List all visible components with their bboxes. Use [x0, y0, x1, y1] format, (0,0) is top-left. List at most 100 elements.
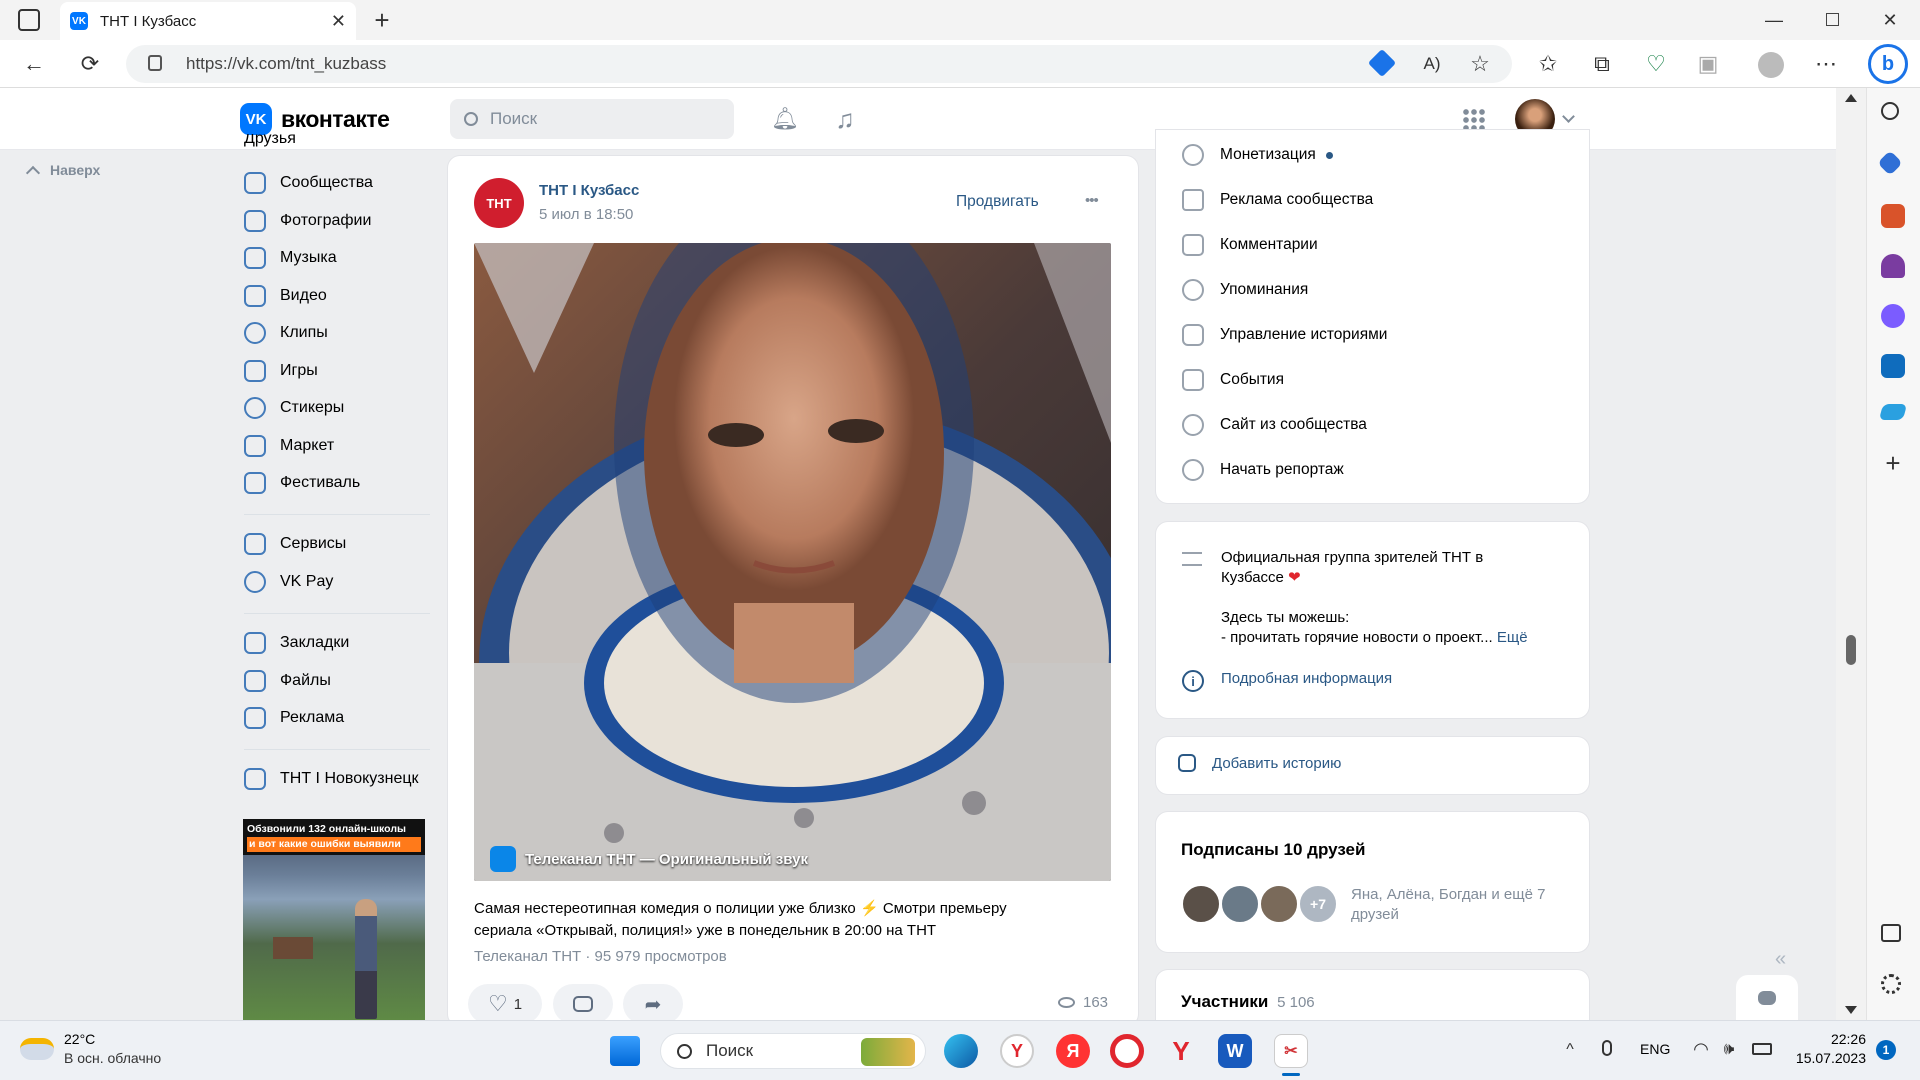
menu-item-ads[interactable]: Реклама: [244, 701, 344, 735]
sidebar-ad-banner[interactable]: Обзвонили 132 онлайн-школы и вот какие о…: [243, 819, 425, 1020]
menu-item-vkpay[interactable]: VK Pay: [244, 565, 333, 599]
notification-badge[interactable]: 1: [1876, 1040, 1896, 1060]
scroll-down-arrow-icon[interactable]: [1845, 1006, 1857, 1014]
friend-avatar[interactable]: [1259, 884, 1299, 924]
menu-item-services[interactable]: Сервисы: [244, 527, 346, 561]
audio-badge[interactable]: Телеканал ТНТ — Оригинальный звук: [490, 846, 808, 872]
menu-item-bookmarks[interactable]: Закладки: [244, 626, 349, 660]
friend-avatar[interactable]: [1181, 884, 1221, 924]
menu-community-ads[interactable]: Реклама сообщества: [1182, 185, 1373, 215]
menu-item-group-novokuznetsk[interactable]: ТНТ I Новокузнецк: [244, 762, 419, 796]
post-author-name[interactable]: ТНТ I Кузбасс: [539, 182, 639, 199]
battery-icon[interactable]: [1752, 1043, 1772, 1055]
weather-widget[interactable]: 22°C В осн. облачно: [20, 1030, 161, 1068]
music-icon[interactable]: ♫: [830, 104, 860, 134]
new-tab-icon[interactable]: +: [368, 5, 396, 35]
vk-logo[interactable]: VK вконтакте: [240, 102, 416, 136]
menu-mentions[interactable]: Упоминания: [1182, 275, 1308, 305]
clock[interactable]: 22:26 15.07.2023: [1790, 1030, 1866, 1068]
edge-taskbar-icon[interactable]: [944, 1034, 978, 1068]
chat-button[interactable]: [1736, 975, 1798, 1023]
comment-button[interactable]: [553, 984, 613, 1024]
opera-icon[interactable]: [1110, 1034, 1144, 1068]
members-title[interactable]: Участники 5 106: [1181, 992, 1315, 1012]
microphone-icon[interactable]: [1602, 1040, 1612, 1056]
url-field[interactable]: https://vk.com/tnt_kuzbass: [126, 45, 1512, 83]
edge-settings-icon[interactable]: [1881, 974, 1901, 994]
add-story-label[interactable]: Добавить историю: [1212, 755, 1341, 772]
word-icon[interactable]: W: [1218, 1034, 1252, 1068]
back-icon[interactable]: ←: [20, 50, 48, 78]
edge-telegram-icon[interactable]: [1878, 404, 1908, 420]
menu-item-games[interactable]: Игры: [244, 354, 318, 388]
scroll-up-arrow-icon[interactable]: [1845, 94, 1857, 102]
yandex-icon[interactable]: Я: [1056, 1034, 1090, 1068]
post-more-icon[interactable]: •••: [1085, 192, 1099, 209]
menu-events[interactable]: События: [1182, 365, 1284, 395]
edge-office-icon[interactable]: [1881, 304, 1905, 328]
tray-chevron-icon[interactable]: ^: [1560, 1040, 1580, 1060]
collections-icon[interactable]: ⧉: [1588, 50, 1616, 78]
edge-shopping-icon[interactable]: [1877, 150, 1903, 176]
menu-stories[interactable]: Управление историями: [1182, 320, 1387, 350]
like-button[interactable]: ♡ 1: [468, 984, 542, 1024]
apps-grid-icon[interactable]: [1462, 108, 1486, 132]
bing-copilot-icon[interactable]: b: [1868, 44, 1908, 84]
taskbar-search[interactable]: Поиск: [660, 1033, 926, 1069]
detailed-info-link[interactable]: Подробная информация: [1221, 670, 1392, 687]
start-button-icon[interactable]: [610, 1036, 640, 1066]
edge-tools-icon[interactable]: [1881, 204, 1905, 228]
menu-item-festival[interactable]: Фестиваль: [244, 466, 360, 500]
input-language[interactable]: ENG: [1640, 1041, 1670, 1057]
tab-actions-icon[interactable]: [18, 9, 40, 31]
share-button[interactable]: ➦: [623, 984, 683, 1024]
menu-item-music[interactable]: Музыка: [244, 241, 337, 275]
profile-icon[interactable]: [1758, 52, 1784, 78]
minimize-icon[interactable]: —: [1760, 6, 1788, 34]
search-input[interactable]: Поиск: [450, 99, 734, 139]
menu-site[interactable]: Сайт из сообщества: [1182, 410, 1367, 440]
collapse-chats-icon[interactable]: «: [1775, 948, 1786, 971]
menu-item-stickers[interactable]: Стикеры: [244, 391, 344, 425]
edge-outlook-icon[interactable]: [1881, 354, 1905, 378]
menu-item-video[interactable]: Видео: [244, 279, 327, 313]
browser-essentials-icon[interactable]: ♡: [1642, 50, 1670, 78]
friends-title[interactable]: Подписаны 10 друзей: [1181, 840, 1365, 860]
show-more-link[interactable]: Ещё: [1497, 629, 1528, 646]
bell-icon[interactable]: 🔔︎: [770, 104, 800, 134]
close-window-icon[interactable]: ✕: [1876, 6, 1904, 34]
menu-live[interactable]: Начать репортаж: [1182, 455, 1344, 485]
more-friends-badge[interactable]: +7: [1298, 884, 1338, 924]
menu-comments[interactable]: Комментарии: [1182, 230, 1318, 260]
extensions-icon[interactable]: ▣: [1694, 50, 1722, 78]
page-scrollbar[interactable]: [1836, 88, 1866, 1020]
menu-item-photos[interactable]: Фотографии: [244, 204, 371, 238]
post-date[interactable]: 5 июл в 18:50: [539, 206, 633, 223]
menu-item-market[interactable]: Маркет: [244, 429, 334, 463]
edge-search-icon[interactable]: [1881, 102, 1899, 120]
edge-games-icon[interactable]: [1881, 254, 1905, 278]
refresh-icon[interactable]: ⟳: [76, 50, 104, 78]
scroll-thumb[interactable]: [1846, 635, 1856, 665]
yandex-music-icon[interactable]: Y: [1164, 1034, 1198, 1068]
menu-monetization[interactable]: Монетизация: [1182, 140, 1333, 170]
scroll-up-link[interactable]: Наверх: [24, 162, 100, 181]
menu-item-friends[interactable]: Друзья: [244, 134, 296, 148]
maximize-icon[interactable]: [1826, 13, 1839, 26]
snipping-tool-icon[interactable]: ✂: [1274, 1034, 1308, 1068]
favorite-star-icon[interactable]: ☆: [1466, 50, 1494, 78]
close-tab-icon[interactable]: ✕: [331, 11, 346, 32]
post-video[interactable]: Телеканал ТНТ — Оригинальный звук: [474, 243, 1111, 881]
read-aloud-icon[interactable]: A): [1418, 50, 1446, 78]
menu-item-clips[interactable]: Клипы: [244, 316, 328, 350]
post-author-avatar[interactable]: ТНТ: [474, 178, 524, 228]
friend-avatar[interactable]: [1220, 884, 1260, 924]
promote-button[interactable]: Продвигать: [956, 193, 1039, 211]
yandex-browser-icon[interactable]: Y: [1000, 1034, 1034, 1068]
menu-item-communities[interactable]: Сообщества: [244, 166, 373, 200]
wifi-icon[interactable]: ◠: [1690, 1038, 1712, 1060]
browser-tab[interactable]: VK ТНТ I Кузбасс ✕: [60, 2, 356, 40]
edge-split-icon[interactable]: [1881, 924, 1901, 942]
settings-more-icon[interactable]: ⋯: [1812, 50, 1840, 78]
volume-icon[interactable]: 🕪︎: [1718, 1038, 1740, 1060]
